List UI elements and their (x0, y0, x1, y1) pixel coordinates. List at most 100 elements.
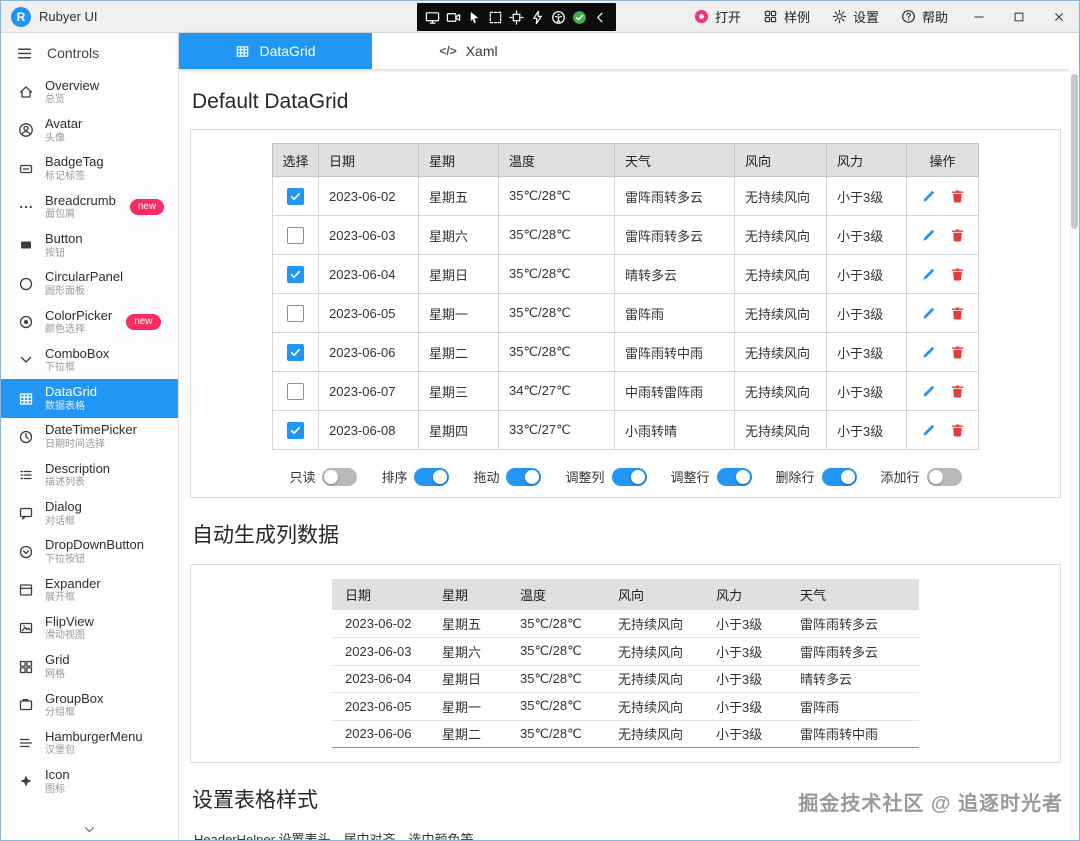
column-header-2[interactable]: 星期 (418, 143, 499, 177)
column-header-3[interactable]: 温度 (498, 143, 615, 177)
datagrid-row-2[interactable]: 2023-06-04 星期日 35℃/28℃ 晴转多云 无持续风向 小于3级 (272, 254, 979, 294)
toggle-add-row-switch[interactable] (926, 467, 962, 486)
close-button[interactable] (1039, 1, 1079, 33)
toggle-sort-switch[interactable] (414, 467, 450, 486)
scrollbar-thumb[interactable] (1071, 74, 1078, 229)
datagrid-row-3[interactable]: 2023-06-05 星期一 35℃/28℃ 雷阵雨 无持续风向 小于3级 (272, 293, 979, 333)
row-checkbox[interactable] (287, 226, 304, 244)
sidebar-item-button[interactable]: Button 按钮 (1, 226, 178, 264)
edit-icon (921, 384, 936, 399)
sidebar-item-dropdownbutton[interactable]: DropDownButton 下拉按钮 (1, 533, 178, 571)
titlebar-menu-samples[interactable]: 样例 (752, 1, 821, 32)
toggle-drag-switch[interactable] (506, 467, 542, 486)
column-header-6[interactable]: 风力 (826, 143, 907, 177)
sidebar-item-avatar[interactable]: Avatar 头像 (1, 111, 178, 149)
sidebar-item-combobox[interactable]: ComboBox 下拉框 (1, 341, 178, 379)
row-checkbox[interactable] (287, 265, 304, 283)
titlebar-menu-help[interactable]: 帮助 (890, 1, 959, 32)
column-header-4[interactable]: 天气 (614, 143, 735, 177)
vertical-scrollbar[interactable] (1069, 69, 1079, 840)
sidebar-item-breadcrumb[interactable]: Breadcrumb 面包屑 new (1, 188, 178, 226)
sidebar-item-groupbox[interactable]: GroupBox 分组框 (1, 686, 178, 724)
row-checkbox[interactable] (287, 421, 304, 439)
delete-row-button[interactable] (950, 267, 965, 282)
sidebar-item-dialog[interactable]: Dialog 对话框 (1, 494, 178, 532)
camera-icon[interactable] (446, 10, 461, 25)
row-checkbox[interactable] (287, 304, 304, 322)
datagrid-row-0[interactable]: 2023-06-02 星期五 35℃/28℃ 雷阵雨转多云 无持续风向 小于3级 (272, 176, 979, 216)
sidebar-item-hamburgermenu[interactable]: HamburgerMenu 汉堡包 (1, 724, 178, 762)
selection-icon[interactable] (488, 10, 503, 25)
auto-table-row-1[interactable]: 2023-06-03 星期六 35℃/28℃ 无持续风向 小于3级 雷阵雨转多云 (332, 637, 919, 666)
menu-icon[interactable] (16, 45, 33, 62)
auto-column-header-1[interactable]: 星期 (429, 579, 507, 610)
sidebar-item-circularpanel[interactable]: CircularPanel 圆形面板 (1, 264, 178, 302)
edit-row-button[interactable] (921, 345, 936, 360)
column-header-7[interactable]: 操作 (906, 143, 979, 177)
datagrid-row-5[interactable]: 2023-06-07 星期三 34℃/27℃ 中雨转雷阵雨 无持续风向 小于3级 (272, 371, 979, 411)
zap-icon[interactable] (530, 10, 545, 25)
datagrid-row-4[interactable]: 2023-06-06 星期二 35℃/28℃ 雷阵雨转中雨 无持续风向 小于3级 (272, 332, 979, 372)
sidebar-item-badgetag[interactable]: BadgeTag 标记标签 (1, 150, 178, 188)
column-header-1[interactable]: 日期 (318, 143, 419, 177)
delete-row-button[interactable] (950, 345, 965, 360)
sidebar-item-grid[interactable]: Grid 网格 (1, 647, 178, 685)
chevron-left-icon[interactable] (593, 10, 608, 25)
sidebar-item-colorpicker[interactable]: ColorPicker 颜色选择 new (1, 303, 178, 341)
toggle-delete-row-switch[interactable] (821, 467, 857, 486)
sidebar-item-datetimepicker[interactable]: DateTimePicker 日期时间选择 (1, 418, 178, 456)
sidebar-scroll-down-chevron[interactable] (1, 822, 178, 837)
auto-table-row-4[interactable]: 2023-06-06 星期二 35℃/28℃ 无持续风向 小于3级 雷阵雨转中雨 (332, 720, 919, 748)
delete-row-button[interactable] (950, 228, 965, 243)
row-checkbox[interactable] (287, 187, 304, 205)
datagrid-cell: 2023-06-07 (318, 371, 419, 411)
accessibility-icon[interactable] (551, 10, 566, 25)
auto-table-row-3[interactable]: 2023-06-05 星期一 35℃/28℃ 无持续风向 小于3级 雷阵雨 (332, 692, 919, 721)
edit-row-button[interactable] (921, 423, 936, 438)
sidebar-item-subtitle: 数据表格 (45, 400, 85, 412)
sidebar-item-datagrid[interactable]: DataGrid 数据表格 (1, 379, 178, 418)
tab-xaml[interactable]: </> Xaml (372, 33, 565, 69)
auto-column-header-5[interactable]: 天气 (787, 579, 919, 610)
auto-table-cell: 雷阵雨转多云 (787, 610, 919, 638)
toggle-resize-columns-switch[interactable] (611, 467, 647, 486)
edit-row-button[interactable] (921, 189, 936, 204)
move-icon[interactable] (509, 9, 524, 25)
tab-datagrid[interactable]: DataGrid (179, 33, 372, 69)
delete-row-button[interactable] (950, 423, 965, 438)
check-circle-icon[interactable] (572, 10, 587, 25)
auto-column-header-4[interactable]: 风力 (703, 579, 787, 610)
row-checkbox[interactable] (287, 343, 304, 361)
column-header-0[interactable]: 选择 (272, 143, 319, 177)
minimize-button[interactable] (959, 1, 999, 33)
edit-row-button[interactable] (921, 306, 936, 321)
toggle-resize-rows-switch[interactable] (716, 467, 752, 486)
auto-column-header-0[interactable]: 日期 (332, 579, 429, 610)
sidebar-item-expander[interactable]: Expander 展开框 (1, 571, 178, 609)
delete-row-button[interactable] (950, 306, 965, 321)
titlebar-menu-settings[interactable]: 设置 (821, 1, 890, 32)
maximize-button[interactable] (999, 1, 1039, 33)
column-header-5[interactable]: 风向 (734, 143, 827, 177)
edit-row-button[interactable] (921, 228, 936, 243)
datagrid-row-1[interactable]: 2023-06-03 星期六 35℃/28℃ 雷阵雨转多云 无持续风向 小于3级 (272, 215, 979, 255)
auto-column-header-2[interactable]: 温度 (507, 579, 605, 610)
edit-row-button[interactable] (921, 267, 936, 282)
delete-row-button[interactable] (950, 384, 965, 399)
sidebar-item-overview[interactable]: Overview 总览 (1, 73, 178, 111)
sidebar-item-icon[interactable]: Icon 图标 (1, 762, 178, 800)
delete-row-button[interactable] (950, 189, 965, 204)
cursor-icon[interactable] (467, 10, 482, 25)
monitor-icon[interactable] (425, 10, 440, 25)
row-checkbox[interactable] (287, 382, 304, 400)
edit-row-button[interactable] (921, 384, 936, 399)
datagrid-row-6[interactable]: 2023-06-08 星期四 33℃/27℃ 小雨转晴 无持续风向 小于3级 (272, 410, 979, 450)
auto-table-row-2[interactable]: 2023-06-04 星期日 35℃/28℃ 无持续风向 小于3级 晴转多云 (332, 665, 919, 693)
auto-column-header-3[interactable]: 风向 (605, 579, 703, 610)
sidebar-item-flipview[interactable]: FlipView 滑动视图 (1, 609, 178, 647)
titlebar-menu-open[interactable]: 打开 (683, 1, 752, 32)
auto-table-row-0[interactable]: 2023-06-02 星期五 35℃/28℃ 无持续风向 小于3级 雷阵雨转多云 (332, 610, 919, 638)
sidebar-item-description[interactable]: Description 描述列表 (1, 456, 178, 494)
button-icon (18, 237, 34, 253)
toggle-readonly-switch[interactable] (322, 467, 358, 486)
